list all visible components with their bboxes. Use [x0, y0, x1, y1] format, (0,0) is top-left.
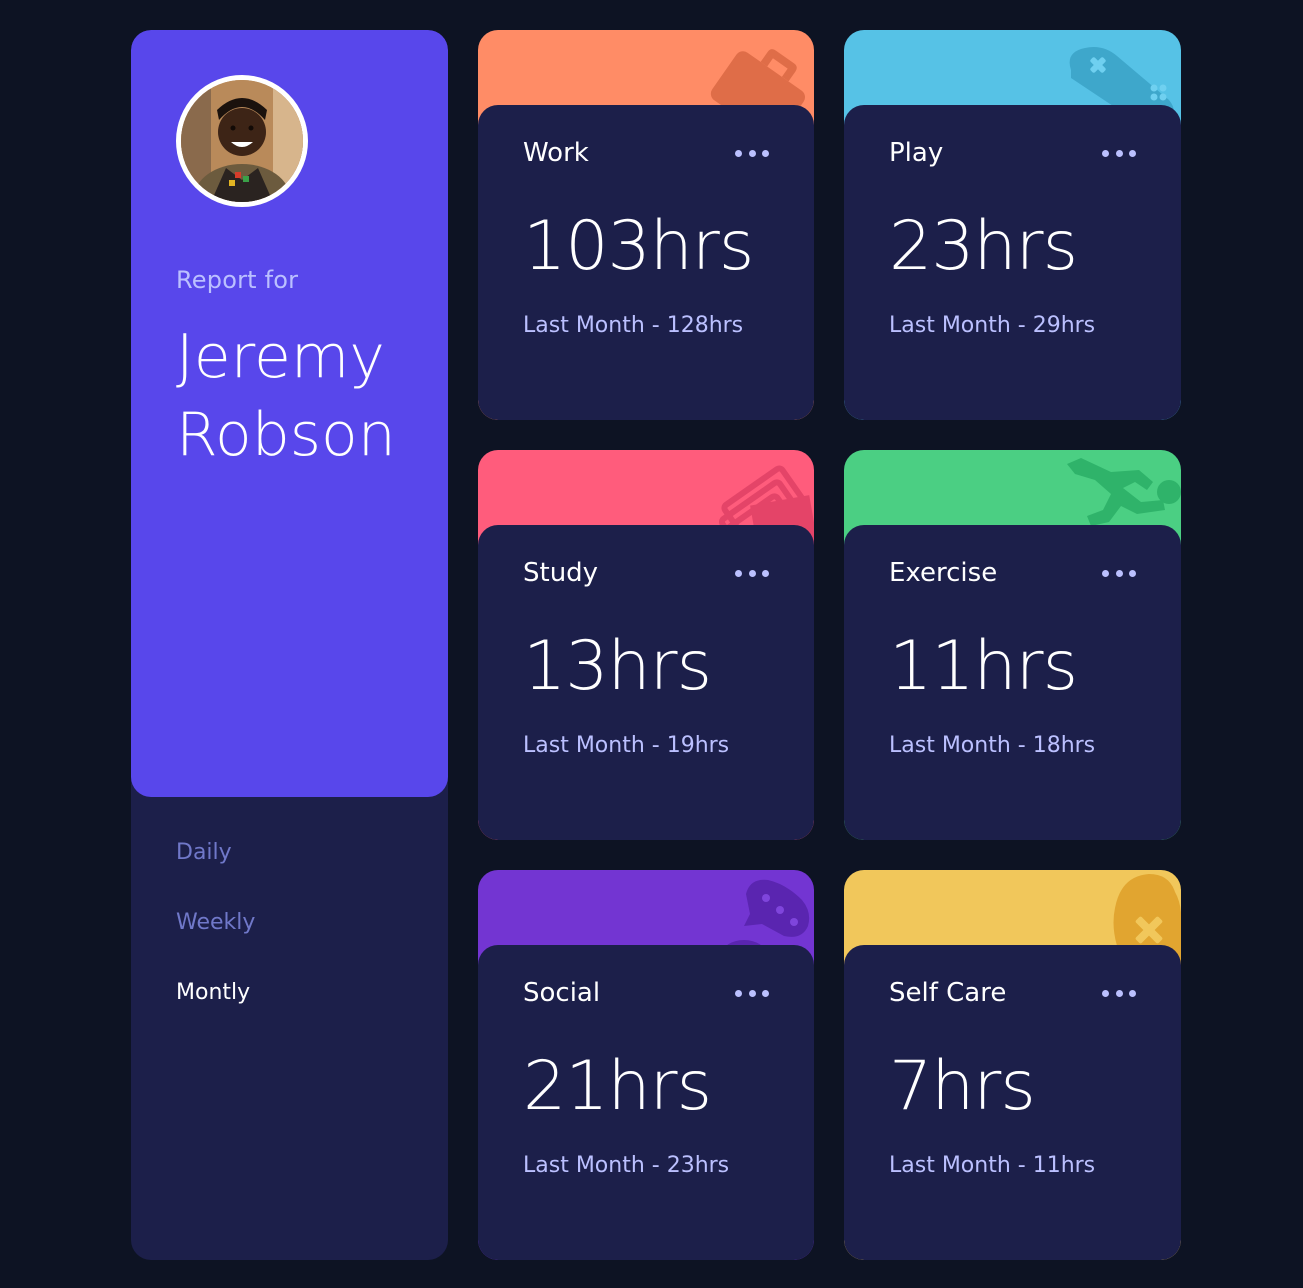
report-for-label: Report for	[176, 266, 299, 294]
activity-previous-hours: Last Month - 11hrs	[889, 1153, 1096, 1178]
activity-card-body[interactable]: Play 23hrs Last Month - 29hrs	[844, 105, 1181, 420]
more-options-button[interactable]	[1102, 983, 1136, 1003]
activity-title: Work	[523, 138, 589, 168]
user-name: Jeremy Robson	[176, 322, 396, 470]
dot-icon	[1115, 569, 1123, 577]
dot-icon	[1115, 989, 1123, 997]
activity-title: Exercise	[889, 558, 998, 588]
avatar	[176, 75, 308, 207]
activity-previous-hours: Last Month - 18hrs	[889, 733, 1096, 758]
activity-current-hours: 21hrs	[523, 1047, 712, 1126]
profile-card: Report for Jeremy Robson Daily Weekly Mo…	[131, 30, 448, 1260]
period-monthly[interactable]: Montly	[176, 976, 255, 1010]
activity-card-play: Play 23hrs Last Month - 29hrs	[844, 30, 1181, 420]
dot-icon	[1102, 149, 1109, 157]
dot-icon	[748, 989, 756, 997]
activity-current-hours: 23hrs	[889, 207, 1078, 286]
dot-icon	[1129, 569, 1136, 577]
activity-previous-hours: Last Month - 23hrs	[523, 1153, 730, 1178]
activity-card-self-care: Self Care 7hrs Last Month - 11hrs	[844, 870, 1181, 1260]
more-options-button[interactable]	[735, 563, 769, 583]
activity-current-hours: 103hrs	[523, 207, 754, 286]
more-options-button[interactable]	[735, 143, 769, 163]
activity-card-body[interactable]: Self Care 7hrs Last Month - 11hrs	[844, 945, 1181, 1260]
activity-card-exercise: Exercise 11hrs Last Month - 18hrs	[844, 450, 1181, 840]
period-selector: Daily Weekly Montly	[176, 836, 255, 1046]
more-options-button[interactable]	[1102, 563, 1136, 583]
dot-icon	[762, 569, 769, 577]
activity-title: Play	[889, 138, 944, 168]
dot-icon	[762, 989, 769, 997]
dot-icon	[1129, 989, 1136, 997]
dot-icon	[748, 569, 756, 577]
activity-current-hours: 13hrs	[523, 627, 712, 706]
period-weekly[interactable]: Weekly	[176, 906, 255, 940]
dot-icon	[735, 989, 742, 997]
activity-current-hours: 11hrs	[889, 627, 1078, 706]
dot-icon	[748, 149, 756, 157]
activity-previous-hours: Last Month - 29hrs	[889, 313, 1096, 338]
activity-card-study: Study 13hrs Last Month - 19hrs	[478, 450, 814, 840]
activity-title: Social	[523, 978, 601, 1008]
activity-previous-hours: Last Month - 19hrs	[523, 733, 730, 758]
dot-icon	[735, 569, 742, 577]
avatar-image	[181, 80, 303, 202]
activity-card-body[interactable]: Study 13hrs Last Month - 19hrs	[478, 525, 814, 840]
activity-card-body[interactable]: Work 103hrs Last Month - 128hrs	[478, 105, 814, 420]
more-options-button[interactable]	[1102, 143, 1136, 163]
dot-icon	[1102, 569, 1109, 577]
activity-card-work: Work 103hrs Last Month - 128hrs	[478, 30, 814, 420]
more-options-button[interactable]	[735, 983, 769, 1003]
activity-title: Study	[523, 558, 599, 588]
profile-header: Report for Jeremy Robson	[131, 30, 448, 797]
activity-title: Self Care	[889, 978, 1007, 1008]
dot-icon	[1129, 149, 1136, 157]
dot-icon	[762, 149, 769, 157]
time-tracking-dashboard: Report for Jeremy Robson Daily Weekly Mo…	[131, 30, 1181, 1260]
dot-icon	[1102, 989, 1109, 997]
activity-previous-hours: Last Month - 128hrs	[523, 313, 744, 338]
activity-card-body[interactable]: Social 21hrs Last Month - 23hrs	[478, 945, 814, 1260]
activity-current-hours: 7hrs	[889, 1047, 1036, 1126]
activity-card-social: Social 21hrs Last Month - 23hrs	[478, 870, 814, 1260]
period-daily[interactable]: Daily	[176, 836, 255, 870]
activity-card-body[interactable]: Exercise 11hrs Last Month - 18hrs	[844, 525, 1181, 840]
dot-icon	[1115, 149, 1123, 157]
dot-icon	[735, 149, 742, 157]
